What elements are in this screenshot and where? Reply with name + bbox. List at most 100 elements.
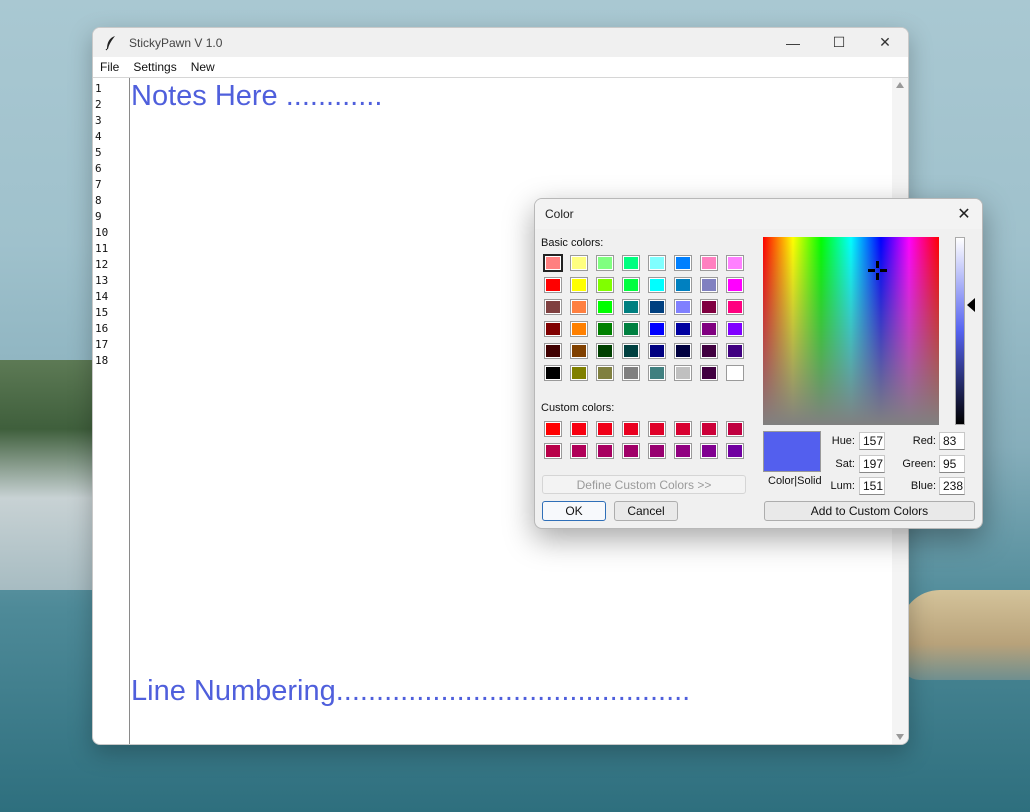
basic-color-swatch[interactable] — [726, 299, 744, 315]
basic-color-swatch[interactable] — [544, 365, 562, 381]
custom-color-swatch[interactable] — [674, 421, 692, 437]
basic-color-swatch[interactable] — [570, 277, 588, 293]
line-number: 10 — [95, 226, 109, 239]
basic-color-swatch[interactable] — [726, 277, 744, 293]
scroll-up-arrow-icon[interactable] — [896, 82, 904, 88]
basic-color-swatch[interactable] — [674, 365, 692, 381]
basic-color-swatch[interactable] — [544, 321, 562, 337]
custom-color-swatch[interactable] — [726, 443, 744, 459]
basic-color-swatch[interactable] — [700, 343, 718, 359]
custom-color-swatch[interactable] — [622, 443, 640, 459]
basic-color-swatch[interactable] — [648, 365, 666, 381]
close-button[interactable]: ✕ — [862, 28, 908, 57]
green-field[interactable]: 95 — [939, 455, 965, 473]
basic-color-swatch[interactable] — [544, 299, 562, 315]
line-number: 13 — [95, 274, 109, 287]
basic-color-swatch[interactable] — [674, 255, 692, 271]
red-label: Red: — [912, 435, 936, 447]
line-number: 9 — [95, 210, 102, 223]
basic-color-swatch[interactable] — [674, 277, 692, 293]
custom-color-swatch[interactable] — [674, 443, 692, 459]
custom-color-swatch[interactable] — [570, 443, 588, 459]
basic-color-swatch[interactable] — [700, 299, 718, 315]
basic-color-swatch[interactable] — [648, 277, 666, 293]
basic-color-swatch[interactable] — [596, 299, 614, 315]
basic-color-swatch[interactable] — [674, 321, 692, 337]
ok-button[interactable]: OK — [542, 501, 606, 521]
blue-field[interactable]: 238 — [939, 477, 965, 495]
basic-color-swatch[interactable] — [570, 365, 588, 381]
menu-settings[interactable]: Settings — [126, 60, 183, 74]
basic-color-swatch[interactable] — [570, 299, 588, 315]
basic-color-swatch[interactable] — [726, 343, 744, 359]
basic-color-swatch[interactable] — [700, 255, 718, 271]
line-number: 1 — [95, 82, 102, 95]
add-to-custom-colors-button[interactable]: Add to Custom Colors — [764, 501, 975, 521]
custom-color-swatch[interactable] — [726, 421, 744, 437]
hue-field[interactable]: 157 — [859, 432, 885, 450]
basic-color-swatch[interactable] — [726, 321, 744, 337]
cancel-button[interactable]: Cancel — [614, 501, 678, 521]
custom-color-swatch[interactable] — [700, 443, 718, 459]
title-bar[interactable]: StickyPawn V 1.0 — ☐ ✕ — [93, 28, 908, 57]
minimize-button[interactable]: — — [770, 28, 816, 57]
dialog-close-button[interactable]: ✕ — [954, 204, 974, 224]
basic-color-swatch[interactable] — [622, 365, 640, 381]
basic-color-swatch[interactable] — [596, 343, 614, 359]
custom-color-swatch[interactable] — [700, 421, 718, 437]
basic-color-swatch[interactable] — [596, 321, 614, 337]
desktop-hills — [0, 360, 100, 590]
lum-field[interactable]: 151 — [859, 477, 885, 495]
basic-color-swatch[interactable] — [674, 343, 692, 359]
basic-color-swatch[interactable] — [700, 365, 718, 381]
custom-color-swatch[interactable] — [622, 421, 640, 437]
line-number: 18 — [95, 354, 109, 367]
basic-color-swatch[interactable] — [700, 321, 718, 337]
menu-new[interactable]: New — [184, 60, 222, 74]
menu-file[interactable]: File — [93, 60, 126, 74]
sat-field[interactable]: 197 — [859, 455, 885, 473]
scroll-down-arrow-icon[interactable] — [896, 734, 904, 740]
custom-color-swatch[interactable] — [648, 443, 666, 459]
line-number: 2 — [95, 98, 102, 111]
basic-color-swatch[interactable] — [544, 277, 562, 293]
basic-color-swatch[interactable] — [570, 255, 588, 271]
basic-color-swatch[interactable] — [648, 299, 666, 315]
basic-color-swatch[interactable] — [596, 277, 614, 293]
basic-color-swatch[interactable] — [622, 255, 640, 271]
custom-color-swatch[interactable] — [596, 443, 614, 459]
basic-color-swatch[interactable] — [570, 321, 588, 337]
define-custom-colors-button[interactable]: Define Custom Colors >> — [542, 475, 746, 494]
custom-color-swatch[interactable] — [648, 421, 666, 437]
basic-color-swatch[interactable] — [648, 255, 666, 271]
custom-color-swatch[interactable] — [570, 421, 588, 437]
luminosity-arrow-icon[interactable] — [967, 298, 975, 312]
basic-color-swatch[interactable] — [726, 255, 744, 271]
basic-color-swatch[interactable] — [700, 277, 718, 293]
basic-color-swatch[interactable] — [622, 343, 640, 359]
dialog-title-bar[interactable]: Color ✕ — [535, 199, 982, 229]
basic-color-swatch[interactable] — [726, 365, 744, 381]
maximize-button[interactable]: ☐ — [816, 28, 862, 57]
basic-color-swatch[interactable] — [622, 277, 640, 293]
basic-color-swatch[interactable] — [596, 255, 614, 271]
luminosity-slider[interactable] — [955, 237, 965, 425]
basic-color-swatch[interactable] — [622, 321, 640, 337]
basic-color-swatch[interactable] — [570, 343, 588, 359]
basic-color-swatch[interactable] — [648, 343, 666, 359]
line-number: 15 — [95, 306, 109, 319]
custom-color-swatch[interactable] — [596, 421, 614, 437]
basic-color-swatch[interactable] — [674, 299, 692, 315]
hue-label: Hue: — [831, 435, 855, 447]
menu-bar: File Settings New — [93, 57, 908, 78]
custom-color-swatch[interactable] — [544, 443, 562, 459]
basic-color-swatch[interactable] — [544, 343, 562, 359]
dialog-title: Color — [545, 207, 574, 221]
red-field[interactable]: 83 — [939, 432, 965, 450]
custom-color-swatch[interactable] — [544, 421, 562, 437]
basic-color-swatch[interactable] — [596, 365, 614, 381]
basic-color-swatch[interactable] — [648, 321, 666, 337]
color-spectrum[interactable] — [763, 237, 939, 425]
basic-color-swatch[interactable] — [543, 254, 563, 272]
basic-color-swatch[interactable] — [622, 299, 640, 315]
